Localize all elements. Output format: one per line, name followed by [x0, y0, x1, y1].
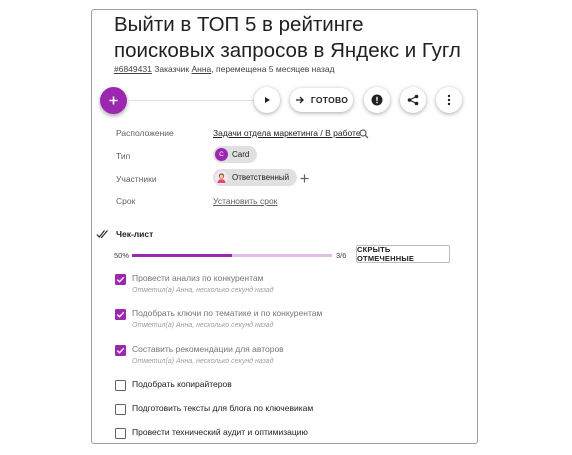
checklist-item-text[interactable]: Провести технический аудит и оптимизацию: [132, 427, 308, 437]
location-label: Расположение: [116, 128, 174, 138]
task-id-link[interactable]: #6849431: [114, 64, 152, 74]
checklist-checkbox[interactable]: [115, 308, 126, 320]
checklist-checkbox[interactable]: [115, 403, 126, 415]
checklist-checkbox[interactable]: [115, 427, 126, 439]
more-button[interactable]: [436, 87, 462, 113]
type-chip[interactable]: C Card: [213, 146, 258, 163]
done-button[interactable]: ГОТОВО: [290, 88, 353, 112]
alert-button[interactable]: [364, 87, 390, 113]
customer-label: Заказчик: [154, 64, 190, 74]
member-chip-label: Ответственный: [232, 173, 290, 182]
member-chip[interactable]: Ответственный: [213, 169, 298, 186]
set-due-link[interactable]: Установить срок: [213, 196, 277, 206]
hide-checked-button[interactable]: СКРЫТЬ ОТМЕЧЕННЫЕ: [356, 245, 450, 263]
checklist-percent: 50%: [114, 251, 130, 260]
check-icon: [116, 347, 125, 354]
checklist-item-text[interactable]: Подобрать копирайтеров: [132, 379, 232, 389]
toolbar-divider: [127, 100, 257, 101]
add-member-icon[interactable]: [300, 174, 309, 183]
type-chip-label: Card: [232, 150, 250, 159]
more-vert-icon: [447, 94, 451, 106]
task-meta: #6849431 Заказчик Анна, перемещена 5 мес…: [114, 64, 335, 74]
arrow-right-icon: [295, 96, 304, 104]
checklist-item-text[interactable]: Составить рекомендации для авторов: [132, 344, 284, 354]
checklist-checkbox[interactable]: [115, 344, 126, 356]
play-icon: [265, 97, 270, 103]
checklist-checkbox[interactable]: [115, 273, 126, 285]
moved-text: , перемещена 5 месяцев назад: [211, 64, 335, 74]
play-button[interactable]: [254, 87, 280, 113]
customer-link[interactable]: Анна: [192, 64, 212, 74]
checklist-item-text[interactable]: Провести анализ по конкурентам: [132, 273, 264, 283]
alert-icon: [371, 94, 383, 106]
add-button[interactable]: [100, 87, 127, 114]
checklist-title: Чек-лист: [116, 229, 154, 239]
member-avatar: [215, 171, 228, 184]
checklist-item-note: Отметил(а) Анна, несколько секунд назад: [132, 287, 274, 294]
checklist-item-text[interactable]: Подготовить тексты для блога по ключевик…: [132, 403, 313, 413]
checklist-count: 3/6: [336, 251, 347, 260]
double-check-icon: [96, 230, 108, 239]
checklist-item-text[interactable]: Подобрать ключи по тематике и по конкуре…: [132, 308, 322, 318]
checklist-progress-bar: [132, 254, 332, 257]
search-icon[interactable]: [359, 129, 369, 139]
done-label: ГОТОВО: [310, 95, 349, 105]
check-icon: [116, 311, 125, 318]
checklist-checkbox[interactable]: [115, 379, 126, 391]
plus-icon: [109, 96, 118, 105]
share-icon: [407, 94, 419, 106]
type-chip-avatar: C: [215, 148, 228, 161]
location-link[interactable]: Задачи отдела маркетинга / В работе: [213, 128, 361, 138]
checklist-progress-fill: [132, 254, 232, 257]
check-icon: [116, 276, 125, 283]
task-title[interactable]: Выйти в ТОП 5 в рейтинге поисковых запро…: [114, 12, 464, 64]
members-label: Участники: [116, 174, 157, 184]
checklist-item-note: Отметил(а) Анна, несколько секунд назад: [132, 358, 274, 365]
type-label: Тип: [116, 151, 131, 161]
checklist-item-note: Отметил(а) Анна, несколько секунд назад: [132, 322, 274, 329]
due-label: Срок: [116, 196, 136, 206]
share-button[interactable]: [400, 87, 426, 113]
